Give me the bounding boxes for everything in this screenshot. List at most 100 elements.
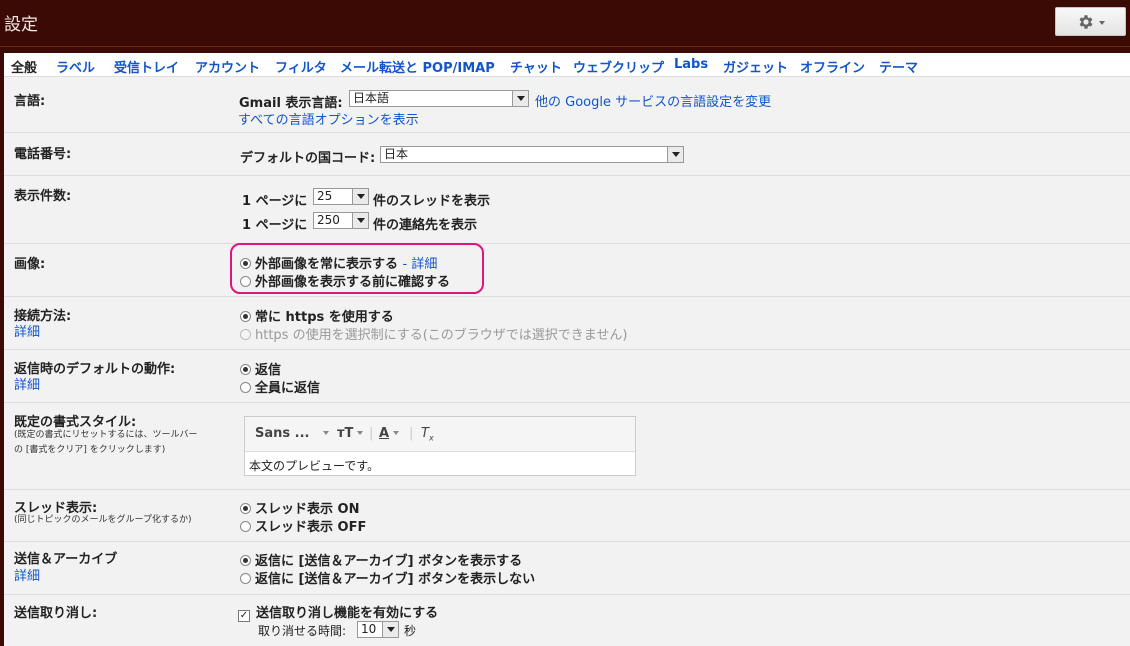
conversation-on-label: スレッド表示 ON [255, 502, 360, 517]
chevron-down-icon [667, 147, 683, 162]
radio-unselected-icon[interactable] [240, 573, 251, 584]
undo-period-select[interactable]: 10 [357, 621, 399, 638]
settings-tabs: 全般 ラベル 受信トレイ アカウント フィルタ メール転送と POP/IMAP … [4, 53, 1130, 77]
send-archive-show-label: 返信に [送信＆アーカイブ] ボタンを表示する [255, 554, 523, 569]
tab-labels[interactable]: ラベル [56, 57, 95, 76]
phone-row: 電話番号: デフォルトの国コード: 日本 [4, 133, 1130, 176]
reply-all-option-label: 全員に返信 [255, 381, 321, 396]
toolbar-divider: | [369, 426, 374, 441]
country-code-label: デフォルトの国コード: [240, 151, 376, 166]
conversation-on-option[interactable]: スレッド表示 ON [240, 498, 359, 517]
connection-row: 接続方法: 詳細 常に https を使用する https の使用を選択制にする… [4, 297, 1130, 350]
send-archive-details-link[interactable]: 詳細 [14, 565, 40, 584]
reply-option[interactable]: 返信 [240, 359, 281, 378]
contacts-per-page-value: 250 [317, 213, 340, 227]
tab-accounts[interactable]: アカウント [195, 57, 260, 76]
text-color-button[interactable]: A [379, 426, 400, 441]
threads-per-page-value: 25 [317, 189, 333, 203]
send-archive-hide-option[interactable]: 返信に [送信＆アーカイブ] ボタンを表示しない [240, 568, 535, 587]
language-row: 言語: Gmail 表示言語: 日本語 他の Google サービスの言語設定を… [4, 77, 1130, 133]
contacts-suffix: 件の連絡先を表示 [373, 218, 478, 233]
radio-disabled-icon [240, 329, 251, 340]
undo-period-unit: 秒 [404, 624, 417, 638]
reply-row: 返信時のデフォルトの動作: 詳細 返信 全員に返信 [4, 350, 1130, 403]
chevron-down-icon [323, 431, 330, 435]
images-row: 画像: 外部画像を常に表示する - 詳細 外部画像を表示する前に確認する [4, 244, 1130, 297]
text-style-note-line1: (既定の書式にリセットするには、ツールバー [14, 430, 198, 440]
connection-details-link[interactable]: 詳細 [14, 321, 40, 340]
threads-per-page-select[interactable]: 25 [313, 188, 369, 205]
undo-send-label: 送信取り消し: [14, 606, 98, 621]
checkbox-checked-icon[interactable]: ✓ [238, 610, 250, 622]
language-select[interactable]: 日本語 [349, 90, 529, 107]
clear-formatting-icon[interactable]: Tx [421, 426, 434, 443]
settings-button[interactable] [1055, 7, 1126, 36]
send-archive-show-option[interactable]: 返信に [送信＆アーカイブ] ボタンを表示する [240, 550, 522, 569]
other-google-language-link[interactable]: 他の Google サービスの言語設定を変更 [535, 91, 771, 110]
text-style-editor: Sans ... тT | A | Tx 本文のプレビューです。 [244, 416, 636, 476]
reply-option-label: 返信 [255, 363, 282, 378]
radio-selected-icon[interactable] [240, 364, 251, 375]
chevron-down-icon [512, 91, 528, 106]
tab-gadgets[interactable]: ガジェット [723, 57, 788, 76]
preview-text: 本文のプレビューです。 [249, 459, 380, 473]
undo-send-checkbox-label: 送信取り消し機能を有効にする [256, 606, 439, 621]
conversation-row: スレッド表示: (同じトピックのメールをグループ化するか) スレッド表示 ON … [4, 490, 1130, 542]
conversation-off-option[interactable]: スレッド表示 OFF [240, 516, 366, 535]
send-archive-row: 送信＆アーカイブ 詳細 返信に [送信＆アーカイブ] ボタンを表示する 返信に … [4, 542, 1130, 595]
images-highlight-outline [230, 243, 484, 294]
tab-general[interactable]: 全般 [11, 57, 37, 76]
contacts-prefix: 1 ページに [242, 218, 308, 233]
language-select-value: 日本語 [353, 91, 390, 105]
page-size-row: 表示件数: 1 ページに 25 件のスレッドを表示 1 ページに 250 件の連… [4, 176, 1130, 244]
conversation-off-label: スレッド表示 OFF [255, 520, 367, 535]
radio-unselected-icon[interactable] [240, 521, 251, 532]
threads-suffix: 件のスレッドを表示 [373, 194, 491, 209]
tab-chat[interactable]: チャット [510, 57, 562, 76]
reply-all-option[interactable]: 全員に返信 [240, 377, 320, 396]
font-size-button[interactable]: тT [337, 426, 364, 441]
tab-forwarding-pop-imap[interactable]: メール転送と POP/IMAP [340, 57, 495, 76]
undo-period-label: 取り消せる時間: [258, 624, 347, 638]
phone-label: 電話番号: [14, 147, 72, 162]
undo-send-checkbox-option[interactable]: ✓ 送信取り消し機能を有効にする [238, 602, 438, 622]
text-color-icon: A [379, 426, 390, 441]
tab-labs[interactable]: Labs [674, 57, 708, 72]
threads-prefix: 1 ページに [242, 194, 308, 209]
top-bar: 設定 [0, 0, 1130, 47]
tab-themes[interactable]: テーマ [879, 57, 918, 76]
country-code-select[interactable]: 日本 [380, 146, 684, 163]
page-title: 設定 [4, 15, 38, 35]
editor-toolbar: Sans ... тT | A | Tx [245, 417, 635, 452]
font-size-icon: тT [337, 426, 354, 441]
tab-inbox[interactable]: 受信トレイ [114, 57, 179, 76]
page-size-label: 表示件数: [14, 189, 72, 204]
chevron-down-icon [393, 431, 400, 435]
undo-send-row: 送信取り消し: ✓ 送信取り消し機能を有効にする 取り消せる時間: 10 秒 [4, 595, 1130, 646]
send-archive-hide-label: 返信に [送信＆アーカイブ] ボタンを表示しない [255, 572, 536, 587]
chevron-down-icon [1098, 20, 1105, 25]
radio-selected-icon[interactable] [240, 555, 251, 566]
chevron-down-icon [352, 213, 368, 228]
chevron-down-icon [357, 431, 364, 435]
radio-unselected-icon[interactable] [240, 382, 251, 393]
radio-selected-icon[interactable] [240, 311, 251, 322]
https-optional-option: https の使用を選択制にする(このブラウザでは選択できません) [240, 324, 627, 343]
reply-details-link[interactable]: 詳細 [14, 374, 40, 393]
https-always-option[interactable]: 常に https を使用する [240, 306, 394, 325]
radio-selected-icon[interactable] [240, 503, 251, 514]
tab-filters[interactable]: フィルタ [275, 57, 327, 76]
conversation-note: (同じトピックのメールをグループ化するか) [14, 515, 192, 525]
font-family-button[interactable]: Sans ... [255, 426, 330, 441]
https-optional-label: https の使用を選択制にする(このブラウザでは選択できません) [255, 328, 628, 343]
all-language-options-link[interactable]: すべての言語オプションを表示 [238, 109, 419, 128]
tab-webclips[interactable]: ウェブクリップ [573, 57, 664, 76]
contacts-per-page-select[interactable]: 250 [313, 212, 369, 229]
chevron-down-icon [352, 189, 368, 204]
font-family-label: Sans ... [255, 426, 310, 441]
settings-panel: 全般 ラベル 受信トレイ アカウント フィルタ メール転送と POP/IMAP … [4, 53, 1130, 646]
language-label: 言語: [14, 94, 46, 109]
https-always-label: 常に https を使用する [255, 310, 394, 325]
gear-icon [1079, 14, 1092, 29]
tab-offline[interactable]: オフライン [800, 57, 865, 76]
